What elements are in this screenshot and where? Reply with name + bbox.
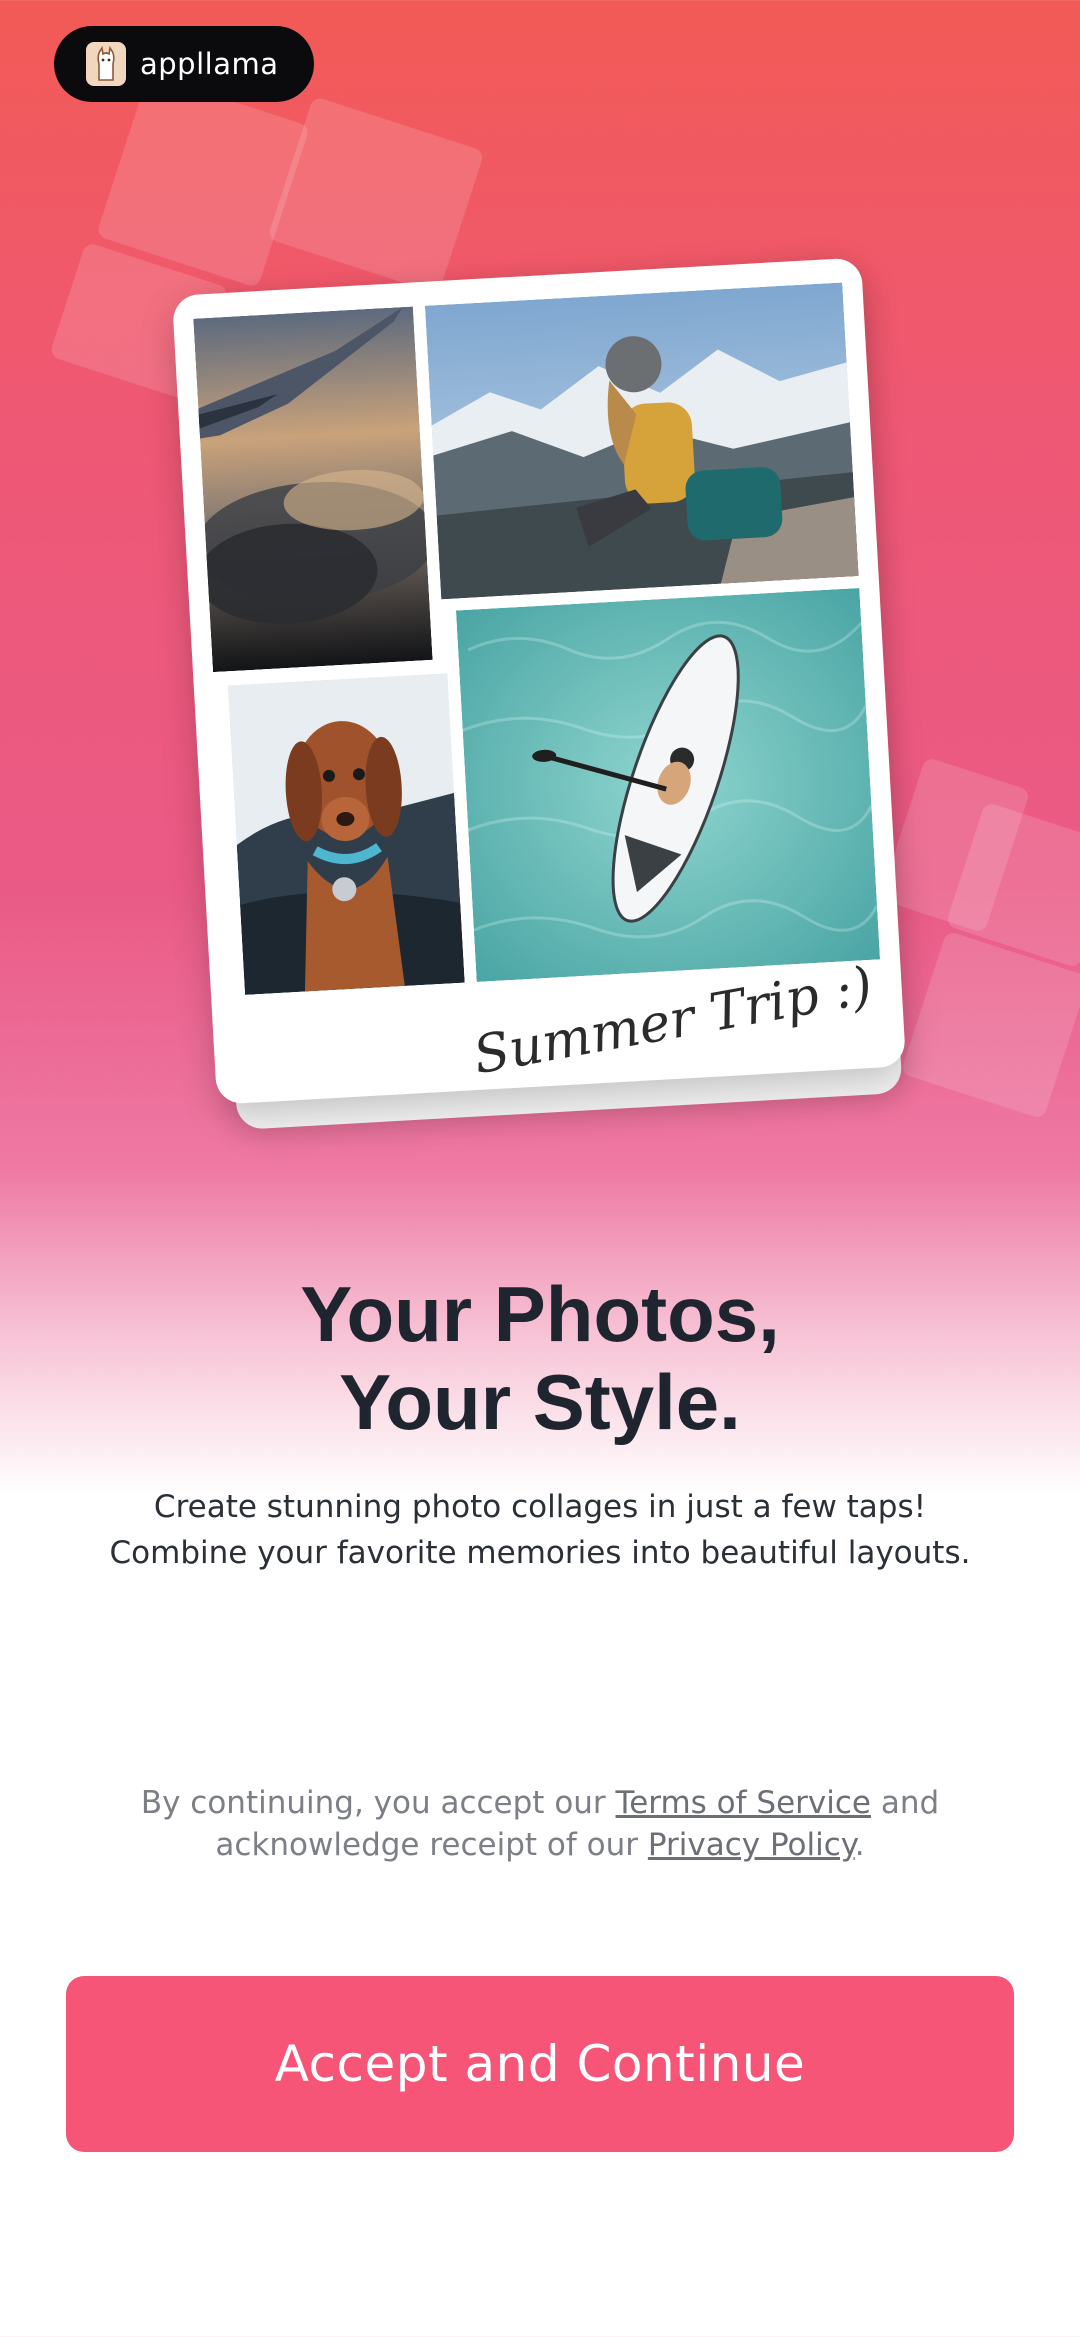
llama-icon [86, 42, 126, 86]
legal-suffix: . [854, 1827, 865, 1863]
collage-card: Summer Trip :) [171, 257, 907, 1105]
hiker-photo [424, 282, 859, 600]
legal-prefix: By continuing, you accept our [140, 1785, 616, 1821]
privacy-policy-link[interactable]: Privacy Policy [648, 1827, 855, 1863]
page-subtitle: Create stunning photo collages in just a… [0, 1484, 1080, 1576]
dachshund-photo [227, 673, 465, 995]
legal-notice: By continuing, you accept our Terms of S… [0, 1782, 1080, 1866]
page-title-line2: Your Style. [339, 1358, 741, 1446]
subtitle-line1: Create stunning photo collages in just a… [153, 1489, 927, 1525]
legal-middle: and [870, 1785, 940, 1821]
accept-and-continue-button[interactable]: Accept and Continue [66, 1976, 1014, 2152]
page-title: Your Photos, Your Style. [0, 1270, 1080, 1446]
legal-line2-prefix: acknowledge receipt of our [215, 1827, 648, 1863]
terms-of-service-link[interactable]: Terms of Service [616, 1785, 871, 1821]
brand-badge: appllama [54, 26, 314, 102]
paddleboard-photo [455, 587, 881, 982]
brand-name: appllama [140, 47, 279, 81]
airplane-wing-photo [193, 306, 433, 673]
subtitle-line2: Combine your favorite memories into beau… [109, 1535, 971, 1571]
page-title-line1: Your Photos, [300, 1270, 780, 1358]
